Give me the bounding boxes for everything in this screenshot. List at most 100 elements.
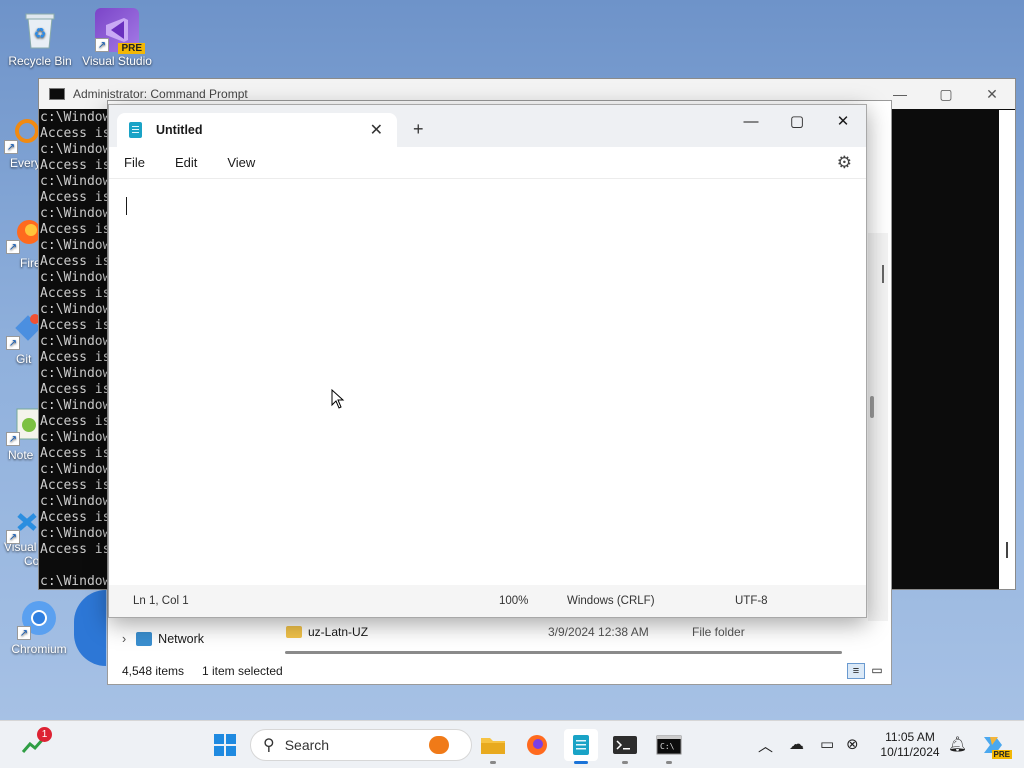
cmd-line: c:\Window xyxy=(40,142,110,157)
search-placeholder: Search xyxy=(284,737,330,753)
cmd-line: Access is xyxy=(40,254,110,269)
file-name: uz-Latn-UZ xyxy=(308,625,369,639)
menu-view[interactable]: View xyxy=(212,155,270,170)
shortcut-arrow-icon: ↗ xyxy=(95,38,109,52)
item-count: 4,548 items xyxy=(122,664,185,678)
search-icon: ⚲ xyxy=(263,737,275,754)
desktop-icon-vscode[interactable]: ↗ Visual Co xyxy=(0,500,40,568)
maximize-button[interactable]: ▢ xyxy=(774,105,820,137)
cmd-line: Access is xyxy=(40,542,110,557)
windows-logo-icon xyxy=(214,734,236,756)
taskbar-notepad[interactable] xyxy=(564,729,598,764)
desktop-icon-visual-studio[interactable]: PRE ↗ Visual Studio xyxy=(79,8,155,68)
visual-studio-icon: PRE ↗ xyxy=(95,8,145,54)
cmd-close-button[interactable]: ✕ xyxy=(969,79,1015,109)
menu-file[interactable]: File xyxy=(109,155,160,170)
cmd-maximize-button[interactable]: ▢ xyxy=(923,79,969,109)
encoding[interactable]: UTF-8 xyxy=(735,595,768,607)
settings-gear-icon[interactable]: ⚙ xyxy=(837,153,852,173)
explorer-hscrollbar[interactable] xyxy=(285,651,842,654)
display-icon[interactable]: ▭ xyxy=(820,735,834,753)
cmd-line: Access is xyxy=(40,126,110,141)
file-date: 3/9/2024 12:38 AM xyxy=(548,625,649,639)
menu-bar: File Edit View ⚙ xyxy=(109,147,866,179)
cmd-line: c:\Window xyxy=(40,366,110,381)
cmd-line: Access is xyxy=(40,382,110,397)
taskbar-terminal[interactable] xyxy=(608,729,642,764)
taskbar-command-prompt[interactable]: C:\ xyxy=(652,729,686,764)
chromium-icon: ↗ xyxy=(17,596,61,640)
cmd-output: c:\Window Access is c:\Window Access is c:\W… xyxy=(40,110,110,590)
taskbar: 1 ⚲ Search C:\ ︿ ☁ ▭ ⊗ 11:05 AM 10/11/20… xyxy=(0,720,1024,768)
taskbar-file-explorer[interactable] xyxy=(476,729,510,764)
everything-icon: ↗ xyxy=(4,110,40,154)
cmd-line: c:\Window xyxy=(40,270,110,285)
tiles-view-button[interactable]: ▭ xyxy=(869,663,885,679)
cmd-line: c:\Window xyxy=(40,206,110,221)
cmd-line: c:\Window xyxy=(40,526,110,541)
cmd-line: Access is xyxy=(40,350,110,365)
chevron-right-icon[interactable]: › xyxy=(122,632,126,646)
recycle-bin-icon: ♻ xyxy=(18,8,62,52)
cmd-scrollbar[interactable] xyxy=(999,110,1015,589)
stock-widget-button[interactable]: 1 xyxy=(16,727,52,761)
close-tab-icon[interactable]: ✕ xyxy=(370,120,383,140)
nav-item-network[interactable]: › Network xyxy=(108,621,248,657)
copilot-button[interactable]: PRE xyxy=(976,729,1012,761)
network-status-icon[interactable]: ⊗ xyxy=(846,735,859,753)
desktop-icon-label: Chromium xyxy=(11,642,67,656)
desktop-icon-firefox[interactable]: ↗ Fire xyxy=(0,210,40,270)
clock-time: 11:05 AM xyxy=(885,730,935,744)
minimize-button[interactable]: — xyxy=(728,105,774,137)
close-button[interactable]: ✕ xyxy=(820,105,866,137)
notepad-titlebar[interactable]: Untitled ✕ + — ▢ ✕ xyxy=(109,105,866,147)
clock[interactable]: 11:05 AM 10/11/2024 xyxy=(872,730,948,760)
details-view-button[interactable]: ≡ xyxy=(847,663,865,679)
nav-network-label: Network xyxy=(158,632,205,646)
desktop-icon-chromium[interactable]: ↗ Chromium xyxy=(1,596,77,656)
chevron-up-icon[interactable]: ︿ xyxy=(758,735,773,756)
bell-icon[interactable]: 🔔︎ xyxy=(948,735,967,753)
desktop-icon-label: Every xyxy=(10,156,40,170)
cmd-line: c:\Window xyxy=(40,334,110,349)
notepad-window[interactable]: Untitled ✕ + — ▢ ✕ File Edit View ⚙ Ln 1… xyxy=(108,104,867,618)
zoom-level[interactable]: 100% xyxy=(499,595,567,607)
notepad-icon xyxy=(129,122,142,138)
cmd-line: Access is xyxy=(40,414,110,429)
line-ending[interactable]: Windows (CRLF) xyxy=(567,595,735,607)
cmd-line: Access is xyxy=(40,446,110,461)
cmd-line: c:\Window xyxy=(40,462,110,477)
desktop-icon-git[interactable]: ↗ Git xyxy=(0,306,40,366)
firefox-icon xyxy=(527,735,547,755)
cmd-line: Access is xyxy=(40,286,110,301)
pumpkin-icon xyxy=(429,736,449,754)
text-caret xyxy=(126,197,127,215)
cmd-scroll-thumb[interactable] xyxy=(1006,542,1008,558)
explorer-scrollbar[interactable] xyxy=(868,233,888,621)
desktop-icon-recycle-bin[interactable]: ♻ Recycle Bin xyxy=(2,8,78,68)
clock-date: 10/11/2024 xyxy=(880,745,940,759)
start-button[interactable] xyxy=(208,729,242,761)
network-icon xyxy=(136,632,153,646)
menu-edit[interactable]: Edit xyxy=(160,155,212,170)
new-tab-button[interactable]: + xyxy=(413,119,424,140)
desktop-icon-label: Fire xyxy=(20,256,40,270)
text-editor[interactable] xyxy=(109,179,866,585)
tab-untitled[interactable]: Untitled ✕ xyxy=(117,113,397,147)
taskbar-search[interactable]: ⚲ Search xyxy=(250,729,472,761)
cmd-app-icon xyxy=(49,88,65,100)
cmd-line: c:\Window xyxy=(40,302,110,317)
folder-icon xyxy=(481,738,505,754)
taskbar-firefox[interactable] xyxy=(520,729,554,761)
file-row[interactable]: uz-Latn-UZ 3/9/2024 12:38 AM File folder xyxy=(284,621,884,643)
desktop-icon-everything[interactable]: ↗ Every xyxy=(0,110,40,170)
desktop-icon-notepad-plus[interactable]: ↗ Note xyxy=(0,402,40,462)
desktop-icon-label: Git xyxy=(16,352,32,366)
cursor-position: Ln 1, Col 1 xyxy=(133,595,189,607)
notepad-statusbar: Ln 1, Col 1 100% Windows (CRLF) UTF-8 xyxy=(109,585,866,617)
explorer-scroll-thumb[interactable] xyxy=(870,396,874,418)
desktop-icon-label-line2: Co xyxy=(24,554,40,568)
desktop-icon-label: Visual Studio xyxy=(82,54,152,68)
onedrive-icon[interactable]: ☁ xyxy=(789,735,804,753)
folder-icon xyxy=(286,626,302,638)
